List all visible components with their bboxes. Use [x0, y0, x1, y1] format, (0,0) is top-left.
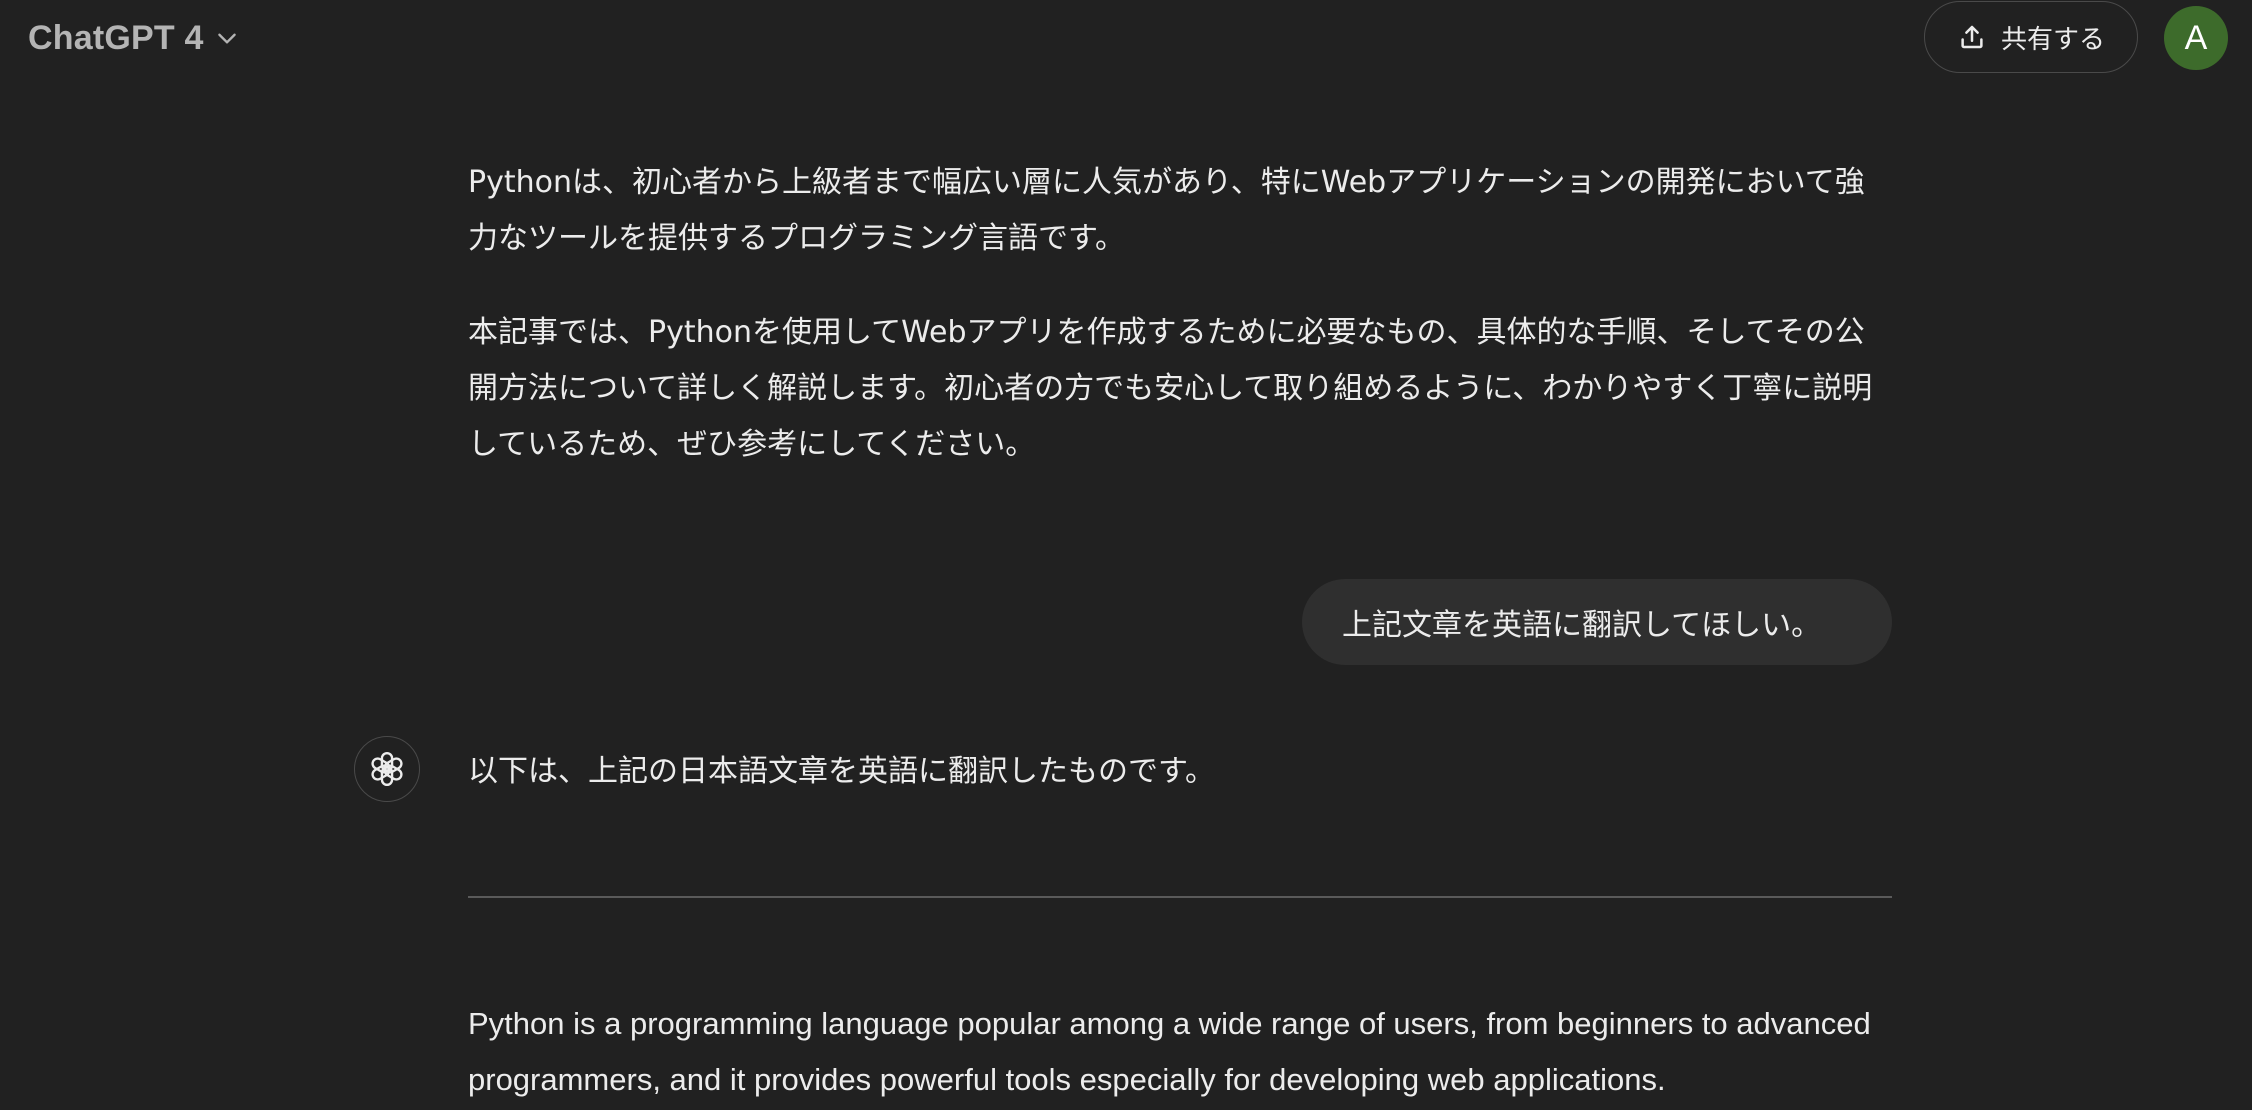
assistant-paragraph: Pythonは、初心者から上級者まで幅広い層に人気があり、特にWebアプリケーシ…	[468, 165, 1865, 256]
chat-page: ChatGPT 4 共有する A Pythonは、初心者から上級者まで幅広い層に…	[0, 0, 2252, 1110]
user-message-bubble: 上記文章を英語に翻訳してほしい。	[1302, 579, 1892, 665]
assistant-paragraph: 本記事では、Pythonを使用してWebアプリを作成するために必要なもの、具体的…	[468, 315, 1873, 462]
assistant-intro: 以下は、上記の日本語文章を英語に翻訳したものです。	[468, 754, 1215, 789]
user-message-text: 上記文章を英語に翻訳してほしい。	[1342, 608, 1822, 643]
openai-logo-icon	[371, 751, 403, 787]
share-button[interactable]: 共有する	[1924, 1, 2138, 73]
chevron-down-icon	[217, 33, 236, 44]
avatar-initial: A	[2184, 18, 2208, 57]
user-avatar[interactable]: A	[2164, 6, 2228, 70]
assistant-translation: Python is a programming language popular…	[468, 1006, 1871, 1097]
assistant-avatar	[354, 736, 420, 802]
model-name: ChatGPT 4	[28, 18, 204, 57]
share-upload-icon	[1961, 25, 1983, 49]
divider	[468, 896, 1892, 898]
model-selector[interactable]: ChatGPT 4	[28, 14, 240, 62]
top-bar: ChatGPT 4 共有する A	[0, 0, 2252, 76]
share-label: 共有する	[2000, 24, 2105, 55]
